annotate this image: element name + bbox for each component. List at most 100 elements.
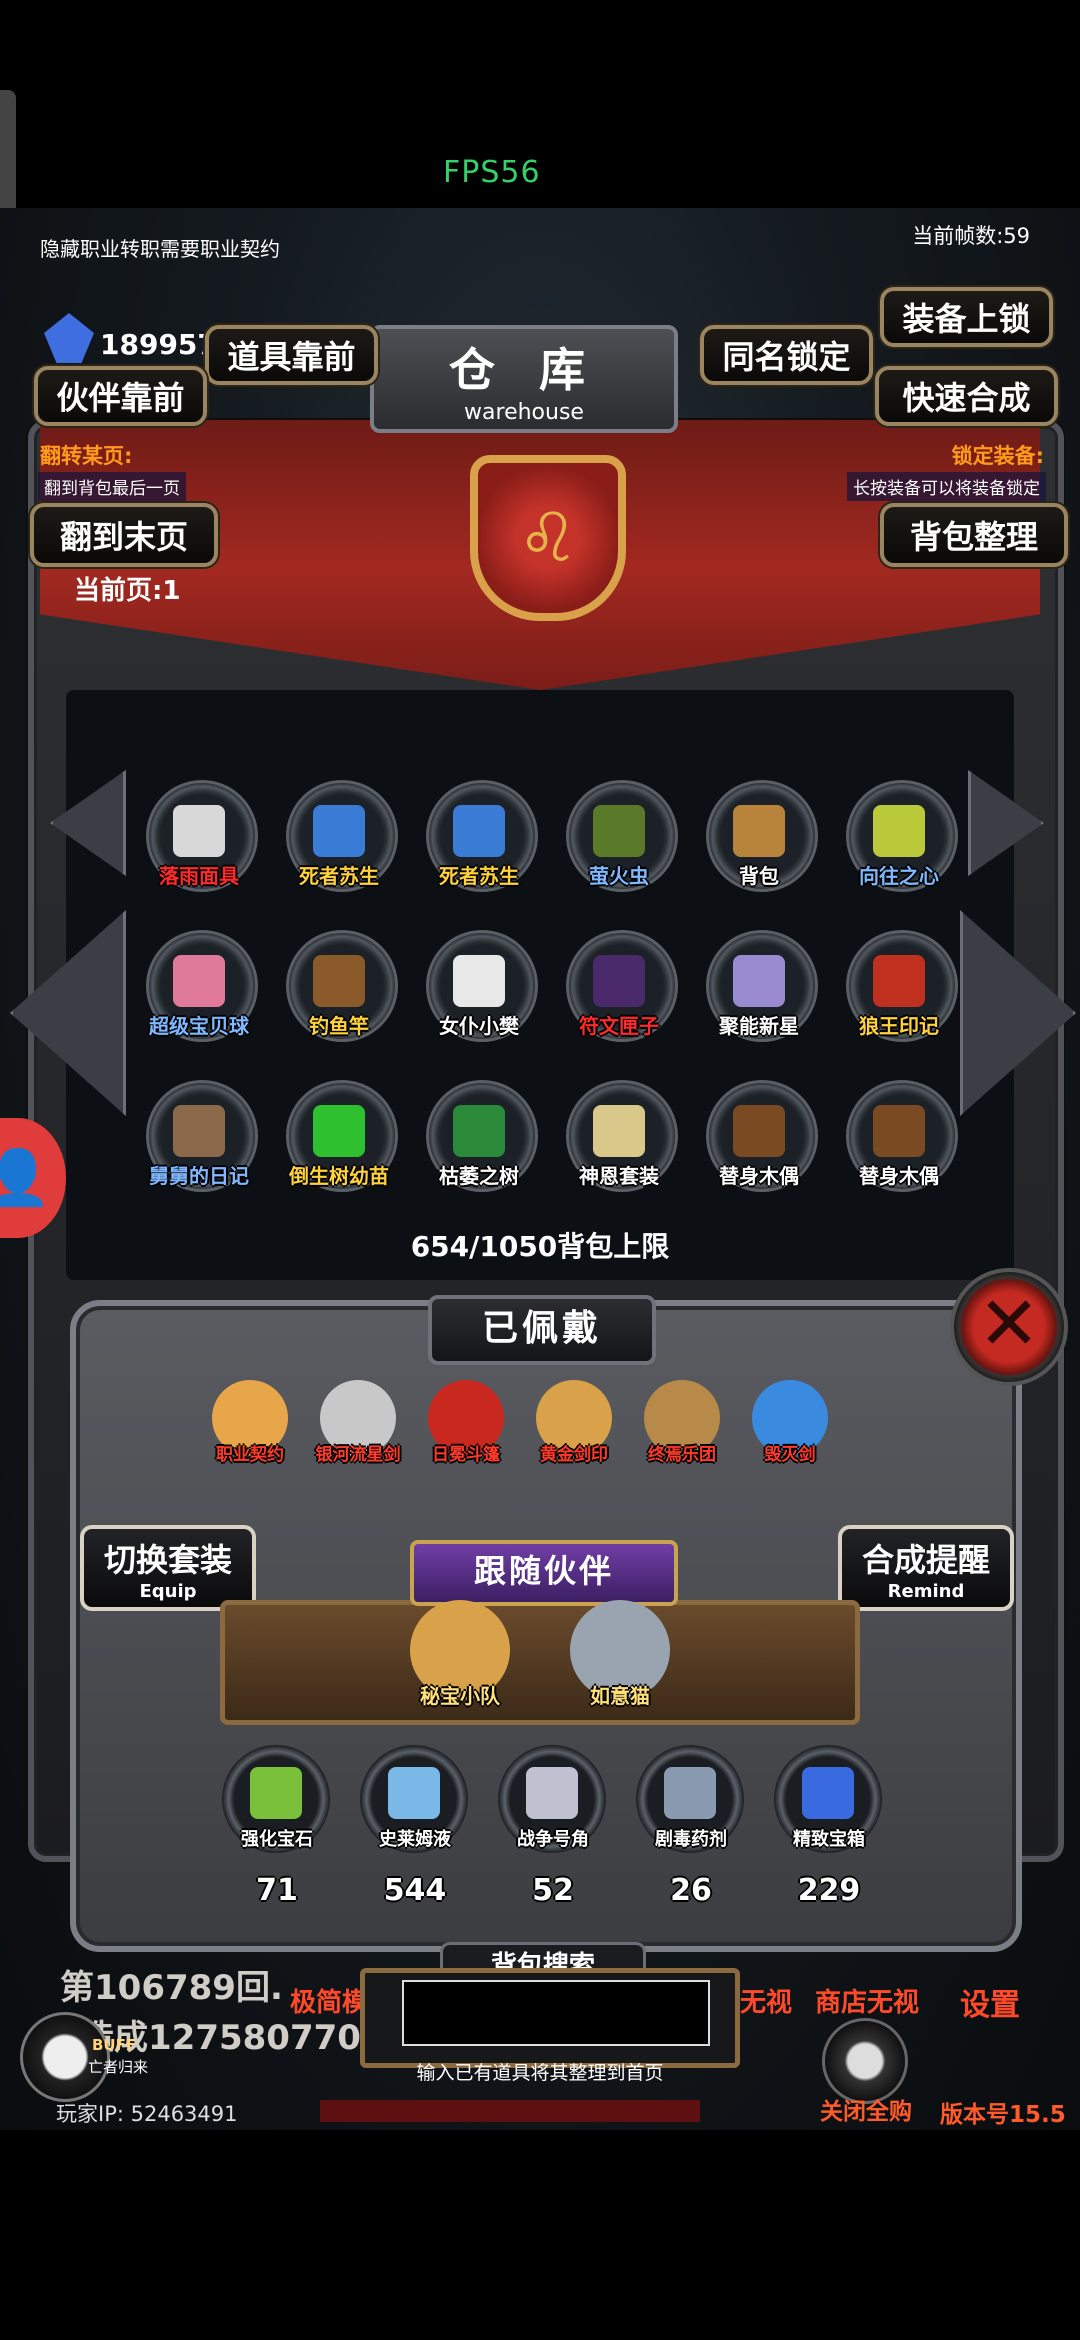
companion-name: 如意猫 xyxy=(590,1684,650,1708)
gem-icon xyxy=(250,1767,302,1819)
bag-slot[interactable]: 狼王印记 xyxy=(840,930,958,1048)
bag-item-name: 神恩套装 xyxy=(579,1164,659,1188)
worn-slot[interactable]: 职业契约 xyxy=(200,1372,300,1472)
settings-label[interactable]: 设置 xyxy=(960,1980,1020,2024)
resource-slot[interactable]: 史莱姆液 544 xyxy=(350,1745,480,1915)
items-front-button[interactable]: 道具靠前 xyxy=(205,325,378,385)
round-counter: 第106789回. xyxy=(60,1968,283,2008)
equip-lock-button[interactable]: 装备上锁 xyxy=(880,287,1053,347)
bag-slot[interactable]: 落雨面具 xyxy=(140,780,258,898)
bag-slot[interactable]: 死者苏生 xyxy=(420,780,538,898)
bag-item-name: 萤火虫 xyxy=(589,864,649,888)
bag-slot[interactable]: 萤火虫 xyxy=(560,780,678,898)
bag-sort-button[interactable]: 背包整理 xyxy=(880,503,1068,567)
companion-slot[interactable]: 秘宝小队 xyxy=(400,1600,520,1720)
puppet-icon xyxy=(733,1105,785,1157)
staff-icon xyxy=(313,805,365,857)
lock-equip-desc: 长按装备可以将装备锁定 xyxy=(847,472,1046,501)
bag-item-name: 落雨面具 xyxy=(159,864,239,888)
resource-slot[interactable]: 剧毒药剂 26 xyxy=(626,1745,756,1915)
bag-item-name: 符文匣子 xyxy=(579,1014,659,1038)
bag-slot[interactable]: 超级宝贝球 xyxy=(140,930,258,1048)
resource-slot[interactable]: 精致宝箱 229 xyxy=(764,1745,894,1915)
flip-page-label: 翻转某页: xyxy=(40,444,133,468)
firefly-icon xyxy=(593,805,645,857)
version-label: 版本号15.5 xyxy=(940,2102,1066,2128)
bag-item-name: 聚能新星 xyxy=(719,1014,799,1038)
sapling-icon xyxy=(313,1105,365,1157)
bag-slot[interactable]: 向往之心 xyxy=(840,780,958,898)
worn-slot[interactable]: 银河流星剑 xyxy=(308,1372,408,1472)
current-page: 当前页:1 xyxy=(74,576,181,606)
switch-set-sub: Equip xyxy=(139,1580,197,1602)
bag-slot[interactable]: 死者苏生 xyxy=(280,780,398,898)
companion-name: 秘宝小队 xyxy=(420,1684,500,1708)
resource-slot[interactable]: 战争号角 52 xyxy=(488,1745,618,1915)
close-all-label[interactable]: 关闭全购 xyxy=(820,2092,912,2126)
maid-icon xyxy=(453,955,505,1007)
buff-label: BUFF xyxy=(92,2036,137,2054)
close-icon[interactable]: ✕ xyxy=(950,1268,1068,1386)
worn-title: 已佩戴 xyxy=(428,1295,656,1365)
simple-mode-label[interactable]: 极简模 xyxy=(290,1982,368,2019)
resource-count: 71 xyxy=(256,1873,298,1908)
bag-item-name: 枯萎之树 xyxy=(439,1164,519,1188)
partner-front-button[interactable]: 伙伴靠前 xyxy=(34,366,207,426)
shop-ignore-label[interactable]: 商店无视 xyxy=(815,1982,919,2019)
flip-page-desc: 翻到背包最后一页 xyxy=(38,472,186,501)
worn-slot[interactable]: 毁灭剑 xyxy=(740,1372,840,1472)
bag-slot[interactable]: 倒生树幼苗 xyxy=(280,1080,398,1198)
worn-slot[interactable]: 黄金剑印 xyxy=(524,1372,624,1472)
bag-slot[interactable]: 符文匣子 xyxy=(560,930,678,1048)
bag-slot[interactable]: 替身木偶 xyxy=(840,1080,958,1198)
wolf-mark-icon xyxy=(873,955,925,1007)
mask-icon xyxy=(173,805,225,857)
same-name-lock-button[interactable]: 同名锁定 xyxy=(700,325,873,385)
worn-slot[interactable]: 终焉乐团 xyxy=(632,1372,732,1472)
bag-slot[interactable]: 背包 xyxy=(700,780,818,898)
resource-count: 544 xyxy=(383,1873,447,1908)
fps-overlay: FPS56 xyxy=(443,155,541,190)
companion-slot[interactable]: 如意猫 xyxy=(560,1600,680,1720)
poison-icon xyxy=(664,1767,716,1819)
bag-item-name: 倒生树幼苗 xyxy=(289,1164,389,1188)
bag-item-name: 超级宝贝球 xyxy=(149,1014,249,1038)
search-hint: 输入已有道具将其整理到首页 xyxy=(416,2062,664,2084)
resource-count: 229 xyxy=(797,1873,861,1908)
bag-slot[interactable]: 聚能新星 xyxy=(700,930,818,1048)
bag-item-name: 替身木偶 xyxy=(859,1164,939,1188)
companion-bed xyxy=(220,1600,860,1725)
ball-icon xyxy=(173,955,225,1007)
potion-icon xyxy=(388,1767,440,1819)
nova-icon xyxy=(733,955,785,1007)
class-tip: 隐藏职业转职需要职业契约 xyxy=(40,237,280,261)
bag-slot[interactable]: 女仆小樊 xyxy=(420,930,538,1048)
bag-slot[interactable]: 替身木偶 xyxy=(700,1080,818,1198)
bag-item-name: 死者苏生 xyxy=(439,864,519,888)
bag-slot[interactable]: 钓鱼竿 xyxy=(280,930,398,1048)
bag-search-input[interactable] xyxy=(402,1980,710,2046)
go-last-page-button[interactable]: 翻到末页 xyxy=(30,503,218,567)
resource-name: 强化宝石 xyxy=(241,1829,313,1850)
frame-rate: 当前帧数:59 xyxy=(912,224,1030,248)
bag-item-name: 钓鱼竿 xyxy=(309,1014,369,1038)
merge-remind-sub: Remind xyxy=(887,1580,965,1602)
fishing-rod-icon xyxy=(313,955,365,1007)
title-en: warehouse xyxy=(464,399,584,425)
switch-set-button[interactable]: 切换套装 Equip xyxy=(80,1525,256,1611)
worn-slot[interactable]: 日冕斗篷 xyxy=(416,1372,516,1472)
bag-item-name: 舅舅的日记 xyxy=(149,1164,249,1188)
quick-merge-button[interactable]: 快速合成 xyxy=(875,366,1058,426)
bag-slot[interactable]: 神恩套装 xyxy=(560,1080,678,1198)
bag-item-name: 背包 xyxy=(739,864,779,888)
bag-item-name: 狼王印记 xyxy=(859,1014,939,1038)
bag-slot[interactable]: 舅舅的日记 xyxy=(140,1080,258,1198)
resource-slot[interactable]: 强化宝石 71 xyxy=(212,1745,342,1915)
bag-item-name: 替身木偶 xyxy=(719,1164,799,1188)
merge-remind-button[interactable]: 合成提醒 Remind xyxy=(838,1525,1014,1611)
resource-count: 52 xyxy=(532,1873,574,1908)
ignore-label[interactable]: 无视 xyxy=(740,1982,792,2019)
resource-name: 战争号角 xyxy=(517,1829,589,1850)
bag-slot[interactable]: 枯萎之树 xyxy=(420,1080,538,1198)
merge-remind-label: 合成提醒 xyxy=(861,1540,990,1579)
